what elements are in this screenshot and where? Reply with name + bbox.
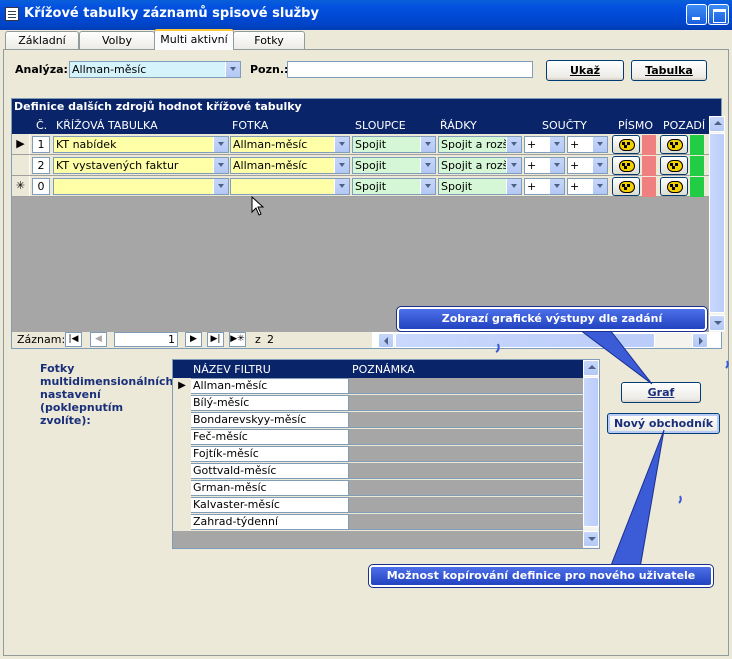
- graf-callout: Zobrazí grafické výstupy dle zadání: [396, 306, 708, 332]
- novy-callout: Možnost kopírování definice pro nového u…: [368, 564, 714, 588]
- tab-multi-aktivni[interactable]: Multi aktivní: [154, 29, 234, 50]
